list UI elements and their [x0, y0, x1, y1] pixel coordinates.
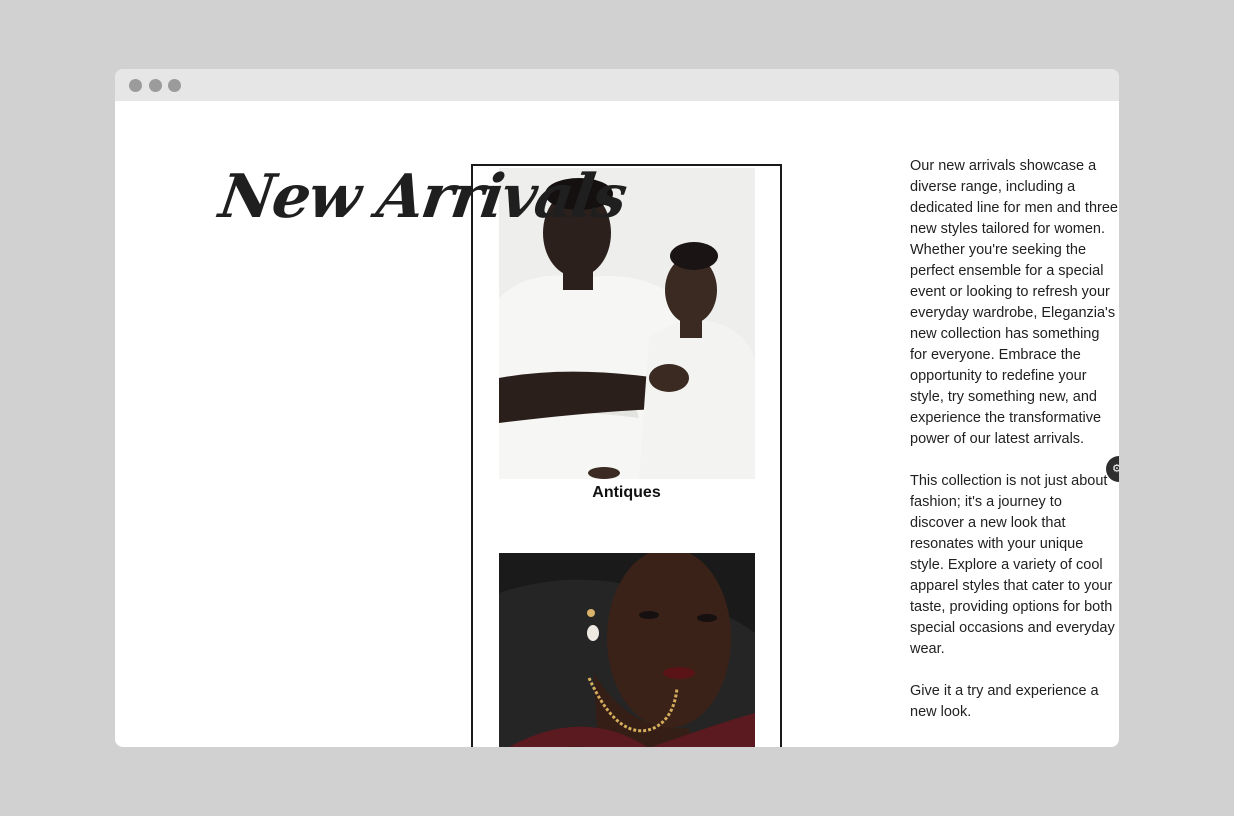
- portrait-photo-image: [499, 553, 755, 747]
- gallery-caption: Antiques: [592, 484, 661, 501]
- window-close-dot[interactable]: [129, 79, 142, 92]
- new-arrivals-gallery: Antiques: [471, 164, 782, 747]
- settings-icon: ⚙: [1112, 462, 1119, 475]
- browser-window: New Arrivals Antiques Our new arrivals s…: [115, 69, 1119, 747]
- window-maximize-dot[interactable]: [168, 79, 181, 92]
- gallery-photo-portrait[interactable]: [499, 553, 755, 747]
- page-title: New Arrivals: [215, 162, 630, 232]
- window-titlebar: [115, 69, 1119, 101]
- page-content: New Arrivals Antiques Our new arrivals s…: [115, 101, 1119, 747]
- collection-description: Our new arrivals showcase a diverse rang…: [910, 156, 1118, 744]
- description-paragraph: Our new arrivals showcase a diverse rang…: [910, 158, 1118, 447]
- description-paragraph: This collection is not just about fashio…: [910, 473, 1115, 657]
- description-paragraph: Give it a try and experience a new look.: [910, 683, 1099, 720]
- window-minimize-dot[interactable]: [149, 79, 162, 92]
